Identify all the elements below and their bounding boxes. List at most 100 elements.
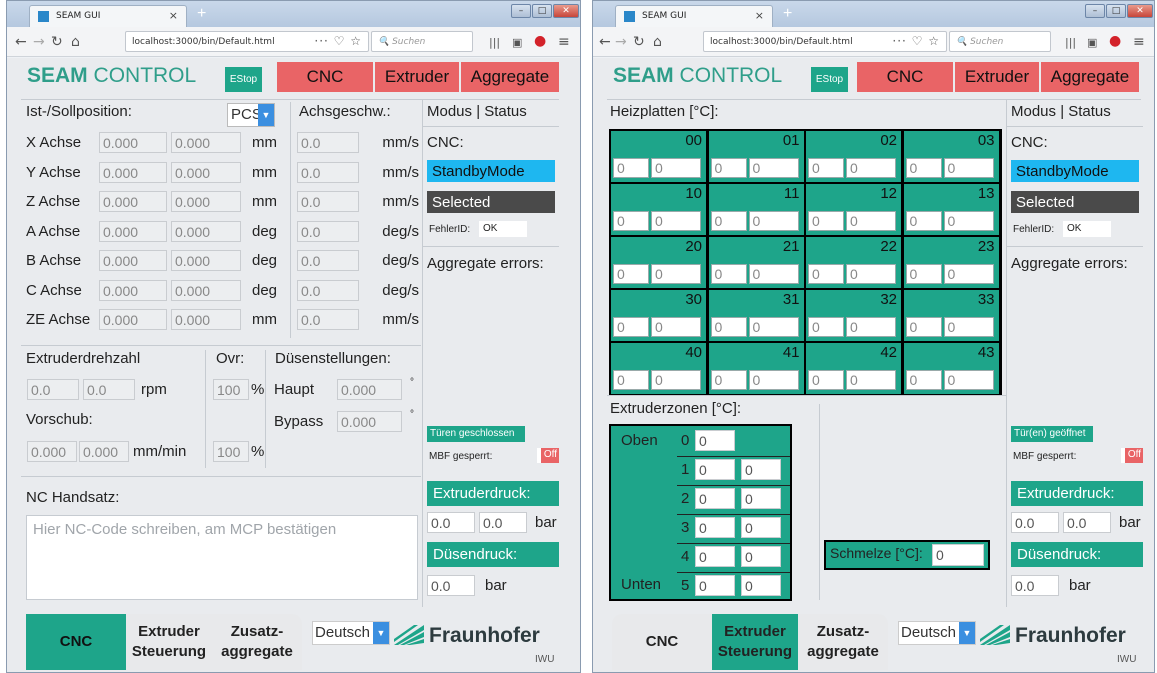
- cnc-button[interactable]: CNC: [857, 62, 953, 92]
- tab-zusatz[interactable]: Zusatz-aggregate: [798, 614, 888, 670]
- heat-plate-soll[interactable]: 0: [846, 158, 896, 178]
- close-icon[interactable]: ✕: [553, 4, 579, 18]
- language-select[interactable]: Deutsch ▼: [898, 621, 976, 645]
- zone-soll[interactable]: 0: [741, 546, 781, 567]
- browser-tab[interactable]: SEAM GUI ×: [29, 5, 187, 27]
- search-input[interactable]: 🔍 Suchen: [371, 31, 473, 52]
- axis-speed-unit: deg/s: [382, 281, 419, 299]
- axis-ist: 0.000: [99, 191, 167, 212]
- heat-plate-soll[interactable]: 0: [651, 211, 701, 231]
- library-icon[interactable]: |||: [489, 36, 500, 49]
- maximize-icon[interactable]: □: [1106, 4, 1126, 18]
- axis-soll[interactable]: 0.000: [171, 309, 241, 330]
- app-cnc: SEAM CONTROL EStop CNC Extruder Aggregat…: [7, 58, 580, 672]
- tab-close-icon[interactable]: ×: [169, 9, 178, 22]
- addon-icon[interactable]: ●: [1109, 33, 1121, 49]
- tab-extruder[interactable]: Extruder Steuerung: [712, 614, 798, 670]
- heat-plate-soll[interactable]: 0: [748, 211, 799, 231]
- home-icon[interactable]: ⌂: [71, 34, 80, 50]
- new-tab-icon[interactable]: +: [197, 5, 206, 23]
- axis-soll[interactable]: 0.000: [171, 161, 241, 183]
- heat-plate-soll[interactable]: 0: [651, 317, 701, 337]
- heat-plate-soll[interactable]: 0: [846, 370, 896, 390]
- library-icon[interactable]: |||: [1065, 36, 1076, 49]
- page-actions-icon[interactable]: ··· ♡ ☆: [892, 34, 940, 48]
- mbf-toggle[interactable]: Off: [1121, 448, 1143, 463]
- new-tab-icon[interactable]: +: [783, 5, 792, 23]
- zone-soll[interactable]: 0: [741, 459, 781, 480]
- heat-plate-soll[interactable]: 0: [748, 264, 799, 284]
- heat-plate-soll[interactable]: 0: [651, 370, 701, 390]
- extruder-button[interactable]: Extruder: [955, 62, 1039, 92]
- mbf-toggle[interactable]: Off: [537, 448, 559, 463]
- forward-icon[interactable]: →: [33, 34, 45, 50]
- addon-icon[interactable]: ●: [534, 33, 546, 49]
- browser-tab[interactable]: SEAM GUI ×: [615, 5, 773, 27]
- maximize-icon[interactable]: □: [532, 4, 552, 18]
- search-input[interactable]: 🔍 Suchen: [949, 31, 1051, 52]
- url-bar[interactable]: localhost:3000/bin/Default.html ··· ♡ ☆: [125, 31, 369, 52]
- aggregate-button[interactable]: Aggregate: [1041, 62, 1139, 92]
- page-actions-icon[interactable]: ··· ♡ ☆: [314, 34, 362, 48]
- heat-plate-soll[interactable]: 0: [846, 264, 896, 284]
- aggregate-button[interactable]: Aggregate: [461, 62, 559, 92]
- close-icon[interactable]: ✕: [1127, 4, 1153, 18]
- estop-button[interactable]: EStop: [811, 67, 848, 92]
- heat-plate-soll[interactable]: 0: [748, 317, 799, 337]
- axis-unit: mm: [252, 193, 277, 210]
- forward-icon[interactable]: →: [615, 34, 627, 50]
- heat-plate-soll[interactable]: 0: [846, 211, 896, 231]
- tab-cnc[interactable]: CNC: [612, 614, 712, 670]
- rpm-unit: rpm: [141, 381, 167, 398]
- minimize-icon[interactable]: –: [1085, 4, 1105, 18]
- divider: [1007, 246, 1143, 247]
- axis-soll[interactable]: 0.000: [171, 279, 241, 301]
- extruder-button[interactable]: Extruder: [375, 62, 459, 92]
- zone-soll[interactable]: 0: [741, 488, 781, 509]
- rpm-soll[interactable]: 0.0: [83, 379, 135, 400]
- tab-extruder[interactable]: Extruder Steuerung: [126, 614, 212, 670]
- heat-plate-soll[interactable]: 0: [943, 211, 994, 231]
- title-bar: SEAM GUI × + – □ ✕: [593, 1, 1154, 27]
- reload-icon[interactable]: ↻: [51, 34, 63, 50]
- axis-soll[interactable]: 0.000: [171, 132, 241, 153]
- axis-soll[interactable]: 0.000: [171, 250, 241, 271]
- heat-plate-soll[interactable]: 0: [846, 317, 896, 337]
- axis-soll[interactable]: 0.000: [171, 191, 241, 212]
- heat-plate-soll[interactable]: 0: [943, 317, 994, 337]
- zone-ist: 0: [695, 575, 735, 596]
- heat-plate-soll[interactable]: 0: [943, 264, 994, 284]
- zone-soll[interactable]: 0: [741, 517, 781, 538]
- sidebar-icon[interactable]: ▣: [512, 36, 522, 49]
- menu-icon[interactable]: ≡: [1133, 34, 1145, 50]
- home-icon[interactable]: ⌂: [653, 34, 662, 50]
- sidebar-icon[interactable]: ▣: [1087, 36, 1097, 49]
- heat-plate-cell: 30 0 0: [611, 290, 706, 341]
- zone-soll[interactable]: 0: [741, 575, 781, 596]
- menu-icon[interactable]: ≡: [558, 34, 570, 50]
- heat-plate-soll[interactable]: 0: [943, 158, 994, 178]
- back-icon[interactable]: ←: [15, 34, 27, 50]
- cnc-button[interactable]: CNC: [277, 62, 373, 92]
- axis-soll[interactable]: 0.000: [171, 220, 241, 242]
- language-select[interactable]: Deutsch ▼: [312, 621, 390, 645]
- minimize-icon[interactable]: –: [511, 4, 531, 18]
- back-icon[interactable]: ←: [599, 34, 611, 50]
- heat-plate-soll[interactable]: 0: [943, 370, 994, 390]
- reload-icon[interactable]: ↻: [633, 34, 645, 50]
- tab-cnc[interactable]: CNC: [26, 614, 126, 670]
- estop-button[interactable]: EStop: [225, 67, 262, 92]
- pcs-select[interactable]: PCS ▼: [227, 103, 275, 127]
- heat-plate-soll[interactable]: 0: [748, 370, 799, 390]
- axis-speed: 0.0: [297, 309, 359, 330]
- rpm-ist: 0.0: [27, 379, 79, 400]
- tab-zusatz[interactable]: Zusatz-aggregate: [212, 614, 302, 670]
- heat-plate-soll[interactable]: 0: [748, 158, 799, 178]
- tab-close-icon[interactable]: ×: [755, 9, 764, 22]
- heat-plate-id: 40: [685, 344, 702, 361]
- url-bar[interactable]: localhost:3000/bin/Default.html ··· ♡ ☆: [703, 31, 947, 52]
- heat-plate-soll[interactable]: 0: [651, 158, 701, 178]
- heat-plate-soll[interactable]: 0: [651, 264, 701, 284]
- feed-soll[interactable]: 0.000: [79, 441, 129, 462]
- nc-code-input[interactable]: Hier NC-Code schreiben, am MCP bestätige…: [26, 515, 418, 600]
